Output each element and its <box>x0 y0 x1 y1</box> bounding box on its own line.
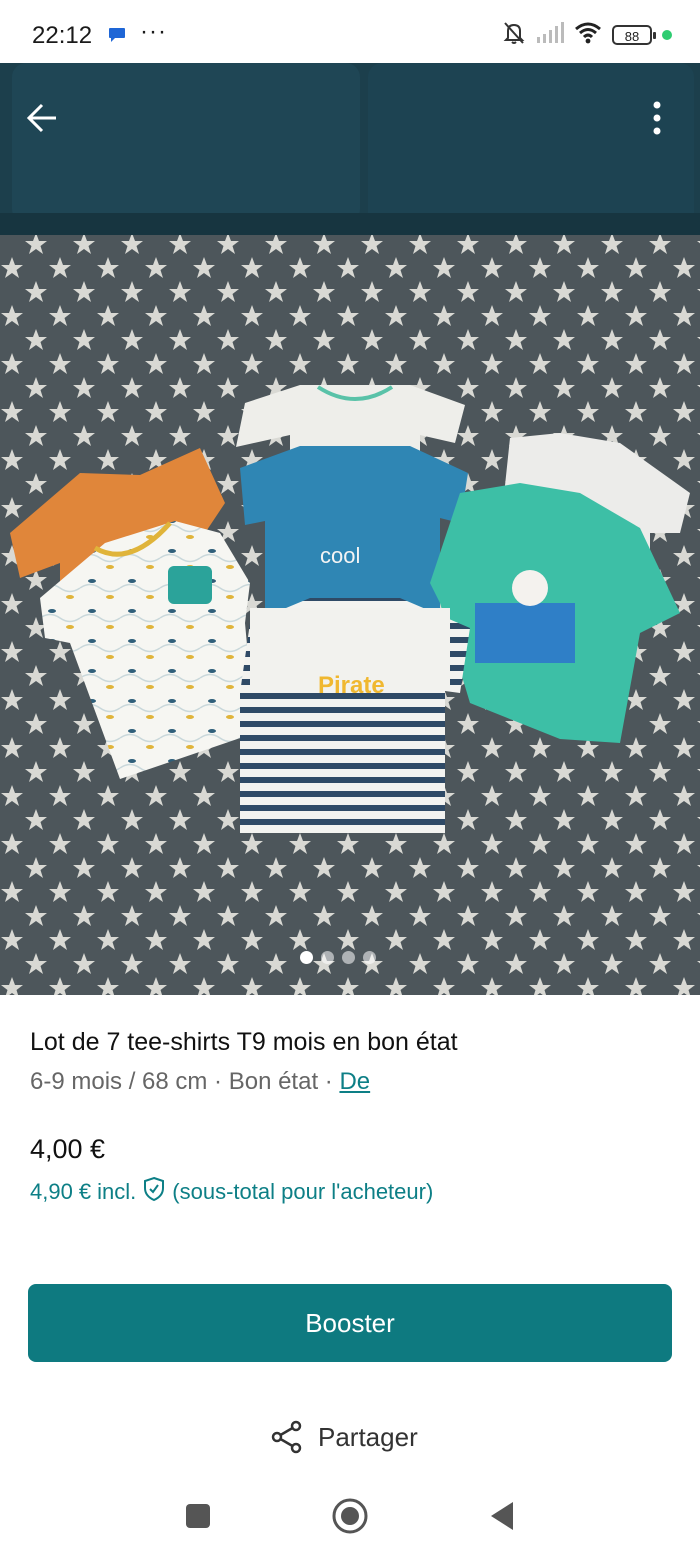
carousel-dot[interactable] <box>342 951 355 964</box>
nav-home-icon <box>332 1498 368 1534</box>
carousel-dot[interactable] <box>363 951 376 964</box>
nav-recents-button[interactable] <box>176 1494 220 1538</box>
nav-back-icon <box>491 1502 513 1530</box>
nav-home-button[interactable] <box>328 1494 372 1538</box>
item-size-condition: 6-9 mois / 68 cm · Bon état · <box>30 1068 340 1095</box>
status-more-dots: ··· <box>140 18 167 45</box>
more-vertical-icon <box>653 101 661 135</box>
shield-check-icon <box>142 1176 166 1208</box>
carousel-indicator <box>300 951 376 964</box>
more-options-button[interactable] <box>632 93 682 143</box>
buyer-price-incl: incl. <box>97 1179 137 1204</box>
status-time: 22:12 <box>32 22 93 49</box>
message-notification-icon <box>108 27 126 48</box>
status-icons: 88 <box>502 20 672 50</box>
privacy-indicator-dot <box>662 30 672 40</box>
svg-text:Pirate: Pirate <box>318 672 385 699</box>
carousel-dot[interactable] <box>321 951 334 964</box>
buyer-price-note: (sous-total pour l'acheteur) <box>172 1179 434 1204</box>
nav-recents-icon <box>186 1504 210 1528</box>
bell-off-icon <box>502 20 526 51</box>
item-price: 4,00 € <box>30 1134 106 1164</box>
share-label: Partager <box>318 1421 418 1452</box>
share-button[interactable]: Partager <box>268 1418 418 1456</box>
nav-back-button[interactable] <box>480 1494 524 1538</box>
back-button[interactable] <box>18 93 68 143</box>
system-nav-bar <box>0 1480 700 1556</box>
battery-icon: 88 <box>612 25 656 45</box>
status-bar: 22:12 ··· 88 <box>0 0 700 66</box>
carousel-dot[interactable] <box>300 951 313 964</box>
booster-button[interactable]: Booster <box>28 1284 672 1362</box>
item-photo[interactable]: cool Pirate <box>0 63 700 995</box>
item-title: Lot de 7 tee-shirts T9 mois en bon état <box>30 1028 458 1056</box>
signal-icon <box>536 21 564 49</box>
wifi-icon <box>574 22 602 49</box>
item-subtitle: 6-9 mois / 68 cm · Bon état · De <box>30 1068 370 1096</box>
buyer-price: 4,90 € <box>30 1179 92 1204</box>
brand-link[interactable]: De <box>339 1068 370 1095</box>
buyer-price-row[interactable]: 4,90 € incl. (sous-total pour l'acheteur… <box>30 1176 433 1208</box>
svg-text:cool: cool <box>320 543 360 568</box>
photo-illustration: cool Pirate <box>0 63 700 995</box>
arrow-left-icon <box>26 103 56 133</box>
share-icon <box>271 1420 302 1454</box>
